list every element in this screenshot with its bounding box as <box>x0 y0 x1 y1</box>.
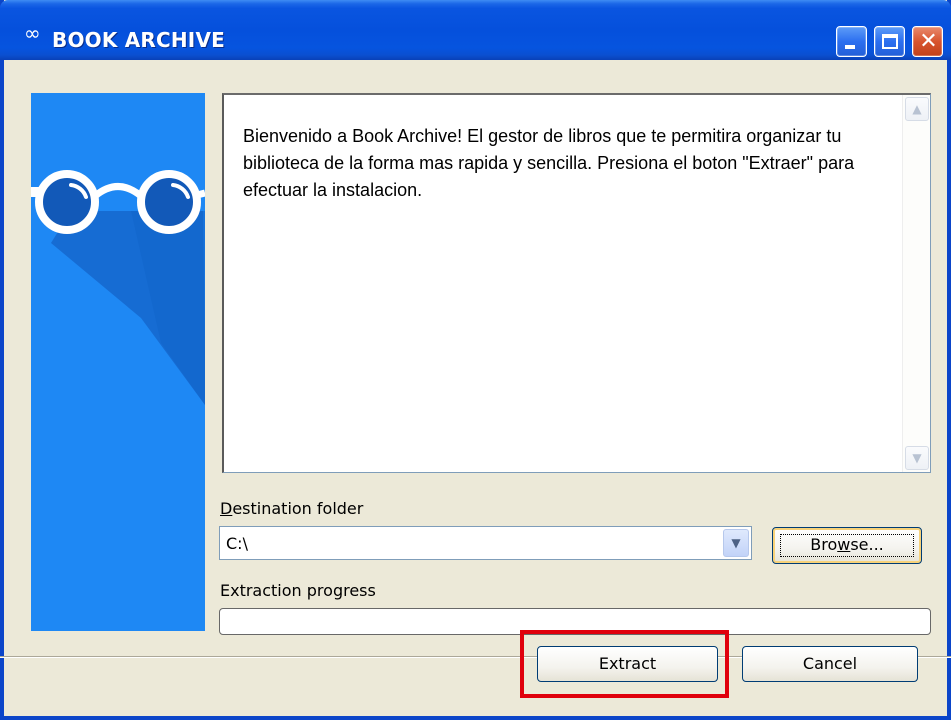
app-infinity-icon: ∞ <box>24 21 41 45</box>
focus-rectangle <box>780 534 914 557</box>
side-banner <box>31 93 205 631</box>
window-title: BOOK ARCHIVE <box>52 28 225 52</box>
chevron-down-icon[interactable]: ▼ <box>723 529 749 557</box>
maximize-icon <box>882 34 898 49</box>
browse-button[interactable]: Browse... <box>772 527 922 564</box>
vertical-scrollbar[interactable]: ▲ ▼ <box>902 95 930 472</box>
description-text: Bienvenido a Book Archive! El gestor de … <box>243 126 855 200</box>
scroll-up-icon[interactable]: ▲ <box>905 97 929 121</box>
highlight-box <box>520 630 729 698</box>
description-textbox[interactable]: Bienvenido a Book Archive! El gestor de … <box>222 93 931 473</box>
extraction-progress-label: Extraction progress <box>220 581 376 600</box>
minimize-button[interactable] <box>836 26 867 57</box>
close-icon: ✕ <box>919 29 938 54</box>
destination-folder-value: C:\ <box>226 534 248 553</box>
scroll-down-icon[interactable]: ▼ <box>905 446 929 470</box>
destination-folder-combobox[interactable]: C:\ ▼ <box>219 526 752 560</box>
cancel-button[interactable]: Cancel <box>742 646 918 682</box>
minimize-icon <box>845 45 855 49</box>
glasses-icon <box>31 170 205 405</box>
close-button[interactable]: ✕ <box>912 26 943 57</box>
title-bar[interactable]: ∞ BOOK ARCHIVE ✕ <box>0 0 951 60</box>
destination-folder-label: Destination folder <box>220 499 364 518</box>
maximize-button[interactable] <box>874 26 905 57</box>
